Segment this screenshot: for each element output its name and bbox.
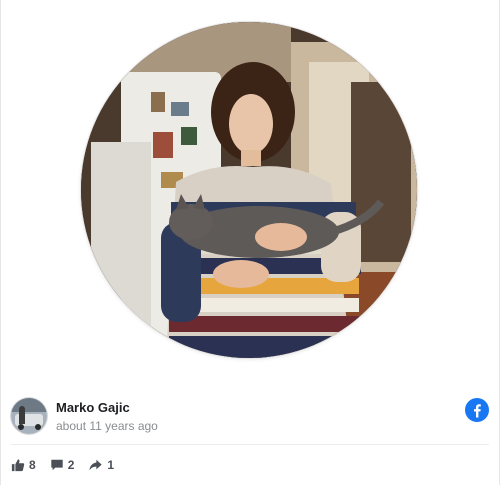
comments-stat[interactable]: 2 <box>50 458 75 472</box>
thumbs-up-icon <box>11 458 25 472</box>
likes-stat[interactable]: 8 <box>11 458 36 472</box>
comments-count: 2 <box>67 458 75 472</box>
post-author-row: Marko Gajic about 11 years ago <box>11 398 489 436</box>
shares-stat[interactable]: 1 <box>88 458 114 472</box>
author-avatar[interactable] <box>11 398 47 434</box>
profile-photo[interactable] <box>81 22 417 358</box>
share-arrow-icon <box>88 458 103 472</box>
divider <box>11 444 489 445</box>
likes-count: 8 <box>29 458 36 472</box>
shares-count: 1 <box>107 458 115 472</box>
comment-icon <box>50 458 64 472</box>
post-timestamp[interactable]: about 11 years ago <box>56 419 158 433</box>
post-stats: 8 2 1 <box>11 456 114 474</box>
author-name[interactable]: Marko Gajic <box>56 400 130 415</box>
social-post-card: Marko Gajic about 11 years ago 8 2 1 <box>0 0 500 485</box>
facebook-icon[interactable] <box>465 398 489 422</box>
